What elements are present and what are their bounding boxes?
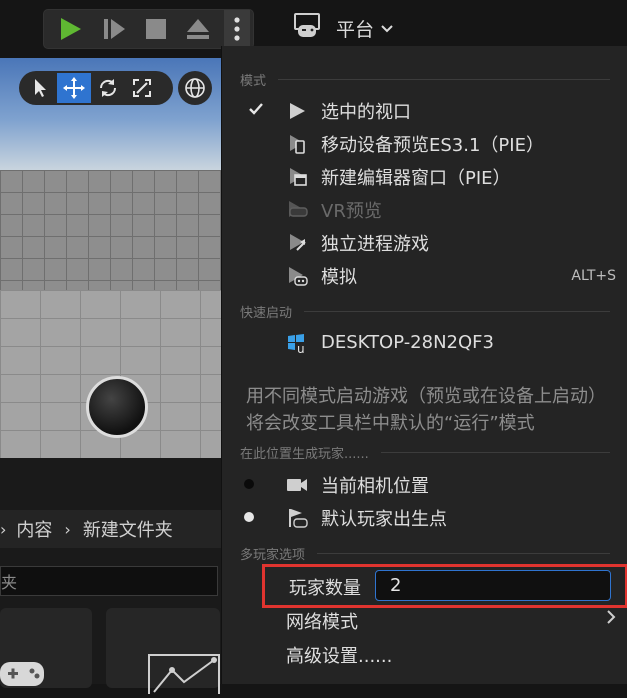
section-header-mode: 模式	[240, 70, 610, 89]
gamepad-icon	[0, 660, 46, 692]
menu-item-new-editor-window[interactable]: 新建编辑器窗口（PIE）	[222, 160, 627, 193]
net-mode-label: 网络模式	[286, 612, 358, 633]
simulate-shortcut: ALT+S	[571, 267, 616, 284]
viewport-sphere-actor[interactable]	[86, 376, 148, 438]
asset-search-input[interactable]: 夹	[0, 566, 218, 596]
checkmark-icon	[246, 100, 266, 121]
more-vertical-icon[interactable]	[224, 10, 250, 48]
menu-item-vr-preview: VR预览	[222, 193, 627, 226]
breadcrumb-chevron-icon: ›	[0, 519, 7, 539]
scale-tool-icon[interactable]	[125, 73, 159, 103]
platform-icon	[292, 12, 322, 45]
chevron-down-icon	[380, 17, 394, 39]
play-icon	[286, 100, 308, 122]
asset-tile-gamepad[interactable]	[0, 608, 92, 688]
select-tool-icon[interactable]	[23, 73, 57, 103]
num-players-input[interactable]	[375, 570, 611, 601]
radio-selected-icon	[244, 479, 254, 489]
svg-text:u: u	[297, 342, 305, 354]
play-controls	[43, 9, 254, 49]
vr-headset-icon	[286, 199, 308, 221]
menu-item-current-camera[interactable]: 当前相机位置	[222, 468, 627, 501]
menu-item-net-mode[interactable]: 网络模式	[222, 604, 627, 634]
eject-icon[interactable]	[180, 10, 216, 48]
transform-tools	[19, 71, 173, 105]
step-icon[interactable]	[96, 10, 132, 48]
platform-label: 平台	[336, 18, 375, 41]
standalone-game-icon	[286, 232, 308, 254]
menu-item-standalone-game[interactable]: 独立进程游戏	[222, 226, 627, 259]
platform-button[interactable]: 平台	[292, 9, 412, 47]
simulate-icon	[286, 265, 308, 287]
world-space-globe-icon[interactable]	[178, 71, 212, 105]
menu-item-simulate[interactable]: 模拟 ALT+S	[222, 259, 627, 292]
breadcrumb-chevron-icon: ›	[64, 519, 71, 539]
menu-item-mobile-preview[interactable]: 移动设备预览ES3.1（PIE）	[222, 127, 627, 160]
section-header-quick-launch: 快速启动	[240, 302, 610, 321]
breadcrumb-item-folder[interactable]: 新建文件夹	[83, 516, 173, 542]
section-header-spawn-location: 在此位置生成玩家......	[240, 443, 610, 462]
windows-device-icon: u	[286, 332, 308, 354]
radio-unselected-icon	[244, 512, 254, 522]
asset-tile-curve[interactable]	[106, 608, 220, 694]
num-players-label: 玩家数量	[289, 578, 361, 599]
curve-icon	[148, 654, 220, 694]
menu-item-default-player-start[interactable]: 默认玩家出生点	[222, 501, 627, 534]
search-text: 夹	[1, 573, 18, 592]
menu-item-selected-viewport[interactable]: 选中的视口	[222, 94, 627, 127]
player-start-icon	[286, 507, 308, 529]
menu-item-device-desktop[interactable]: u DESKTOP-28N2QF3	[222, 326, 627, 359]
stop-icon[interactable]	[138, 10, 174, 48]
camera-icon	[286, 474, 308, 496]
menu-item-advanced-settings[interactable]: 高级设置......	[222, 638, 627, 671]
move-tool-icon[interactable]	[57, 73, 91, 103]
new-window-icon	[286, 166, 308, 188]
play-mode-description: 用不同模式启动游戏（预览或在设备上启动）将会改变工具栏中默认的“运行”模式	[246, 386, 606, 434]
advanced-settings-label: 高级设置......	[286, 645, 393, 667]
mobile-preview-icon	[286, 133, 308, 155]
section-header-multiplayer: 多玩家选项	[240, 544, 610, 563]
play-options-menu: 模式 选中的视口 移动设备预览ES3.1（PIE） 新建编辑器窗口（PIE） V…	[221, 46, 627, 684]
chevron-right-icon	[606, 609, 616, 630]
rotate-tool-icon[interactable]	[91, 73, 125, 103]
level-viewport[interactable]	[0, 58, 221, 458]
breadcrumb: › 内容 › 新建文件夹	[0, 510, 221, 548]
breadcrumb-item-content[interactable]: 内容	[16, 516, 52, 542]
play-icon[interactable]	[52, 10, 88, 48]
